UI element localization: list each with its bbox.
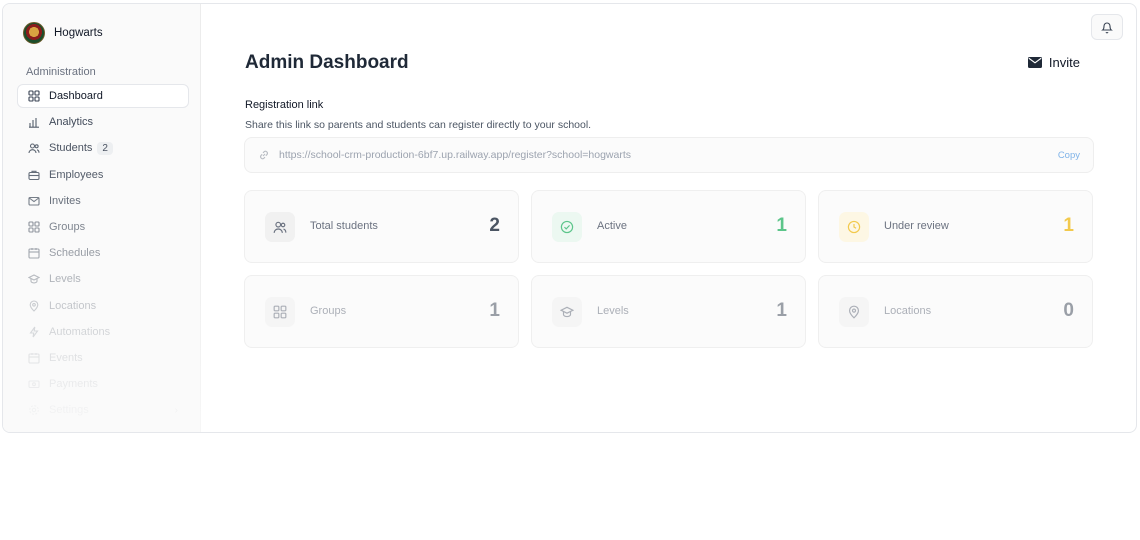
check-circle-icon bbox=[560, 220, 574, 234]
map-pin-icon bbox=[848, 305, 860, 319]
sidebar-item-events[interactable]: Events bbox=[17, 346, 189, 370]
app-window: Hogwarts Administration Dashboard Analyt… bbox=[2, 3, 1137, 433]
grid-icon bbox=[28, 90, 40, 102]
sidebar-item-label: Levels bbox=[49, 273, 81, 286]
clock-icon bbox=[847, 220, 861, 234]
card-icon-wrap bbox=[552, 297, 582, 327]
sidebar-item-analytics[interactable]: Analytics bbox=[17, 110, 189, 134]
main-content: Admin Dashboard Invite Registration link… bbox=[201, 4, 1136, 432]
stat-value: 1 bbox=[1063, 215, 1074, 236]
graduation-cap-icon bbox=[28, 274, 40, 284]
sidebar-item-levels[interactable]: Levels bbox=[17, 267, 189, 291]
stat-card-under-review[interactable]: Under review 1 bbox=[818, 190, 1093, 263]
stat-card-active[interactable]: Active 1 bbox=[531, 190, 806, 263]
chevron-right-icon: › bbox=[174, 404, 178, 416]
sidebar-item-label: Payments bbox=[49, 378, 98, 391]
stat-card-locations[interactable]: Locations 0 bbox=[818, 275, 1093, 348]
card-icon-wrap bbox=[839, 297, 869, 327]
sidebar-nav: Dashboard Analytics Students 2 Employees… bbox=[17, 84, 189, 424]
stat-label: Active bbox=[597, 220, 627, 232]
sidebar-item-schedules[interactable]: Schedules bbox=[17, 241, 189, 265]
mail-icon bbox=[28, 196, 40, 206]
stat-value: 2 bbox=[489, 215, 500, 236]
sidebar: Hogwarts Administration Dashboard Analyt… bbox=[3, 4, 201, 432]
stat-label: Locations bbox=[884, 305, 932, 317]
map-pin-icon bbox=[29, 299, 39, 312]
stat-value: 0 bbox=[1063, 300, 1074, 321]
notifications-button[interactable] bbox=[1091, 14, 1123, 40]
school-name: Hogwarts bbox=[54, 27, 103, 39]
gear-icon bbox=[29, 405, 39, 416]
sidebar-item-dashboard[interactable]: Dashboard bbox=[17, 84, 189, 108]
bar-chart-icon bbox=[29, 118, 39, 128]
registration-link-description: Share this link so parents and students … bbox=[245, 119, 592, 131]
student-count-badge: 2 bbox=[97, 141, 113, 155]
stat-label: Under review bbox=[884, 220, 949, 232]
grid-icon bbox=[273, 305, 287, 319]
card-icon-wrap bbox=[839, 212, 869, 242]
copy-button[interactable]: Copy bbox=[1058, 150, 1080, 161]
sidebar-item-locations[interactable]: Locations bbox=[17, 294, 189, 318]
sidebar-item-label: Schedules bbox=[49, 247, 101, 260]
nav-section-heading: Administration bbox=[26, 66, 96, 78]
card-icon-wrap bbox=[552, 212, 582, 242]
grid-icon bbox=[28, 221, 40, 233]
stat-label: Groups bbox=[310, 305, 347, 317]
graduation-cap-icon bbox=[560, 306, 574, 318]
banknote-icon bbox=[28, 380, 40, 389]
sidebar-item-label: Employees bbox=[49, 168, 104, 181]
stat-card-groups[interactable]: Groups 1 bbox=[244, 275, 519, 348]
page-title: Admin Dashboard bbox=[245, 52, 409, 73]
sidebar-item-label: Students bbox=[49, 142, 93, 155]
bell-icon bbox=[1101, 22, 1113, 33]
stat-label: Levels bbox=[597, 305, 629, 317]
stat-value: 1 bbox=[776, 300, 787, 321]
sidebar-item-automations[interactable]: Automations bbox=[17, 320, 189, 344]
registration-url[interactable]: https://school-crm-production-6bf7.up.ra… bbox=[279, 149, 631, 161]
sidebar-item-label: Invites bbox=[49, 194, 81, 207]
users-icon bbox=[273, 221, 287, 233]
sidebar-item-students[interactable]: Students 2 bbox=[17, 136, 189, 160]
sidebar-item-employees[interactable]: Employees bbox=[17, 163, 189, 187]
calendar-icon bbox=[28, 248, 40, 259]
sidebar-item-label: Settings bbox=[49, 404, 89, 417]
sidebar-item-invites[interactable]: Invites bbox=[17, 189, 189, 213]
briefcase-icon bbox=[28, 170, 40, 180]
users-icon bbox=[28, 143, 40, 154]
stat-card-levels[interactable]: Levels 1 bbox=[531, 275, 806, 348]
registration-link-label: Registration link bbox=[245, 99, 324, 111]
lightning-icon bbox=[29, 326, 39, 338]
sidebar-item-label: Locations bbox=[49, 299, 97, 312]
invite-label: Invite bbox=[1048, 55, 1080, 70]
card-icon-wrap bbox=[265, 212, 295, 242]
brand[interactable]: Hogwarts bbox=[23, 22, 103, 44]
card-icon-wrap bbox=[265, 297, 295, 327]
school-crest-logo bbox=[23, 22, 45, 44]
link-icon bbox=[260, 150, 268, 160]
registration-link-field[interactable]: https://school-crm-production-6bf7.up.ra… bbox=[244, 137, 1094, 173]
invite-button[interactable]: Invite bbox=[1027, 55, 1080, 70]
stat-label: Total students bbox=[310, 220, 378, 232]
sidebar-item-label: Groups bbox=[49, 220, 86, 233]
stat-card-total-students[interactable]: Total students 2 bbox=[244, 190, 519, 263]
sidebar-item-groups[interactable]: Groups bbox=[17, 215, 189, 239]
calendar-icon bbox=[28, 352, 40, 364]
mail-icon bbox=[1027, 57, 1042, 68]
stat-value: 1 bbox=[776, 215, 787, 236]
sidebar-item-settings[interactable]: Settings › bbox=[17, 398, 189, 422]
sidebar-item-label: Events bbox=[49, 351, 83, 364]
sidebar-item-label: Dashboard bbox=[49, 90, 103, 102]
sidebar-item-payments[interactable]: Payments bbox=[17, 372, 189, 396]
sidebar-item-label: Automations bbox=[49, 325, 111, 338]
sidebar-item-label: Analytics bbox=[49, 116, 94, 129]
stat-value: 1 bbox=[489, 300, 500, 321]
